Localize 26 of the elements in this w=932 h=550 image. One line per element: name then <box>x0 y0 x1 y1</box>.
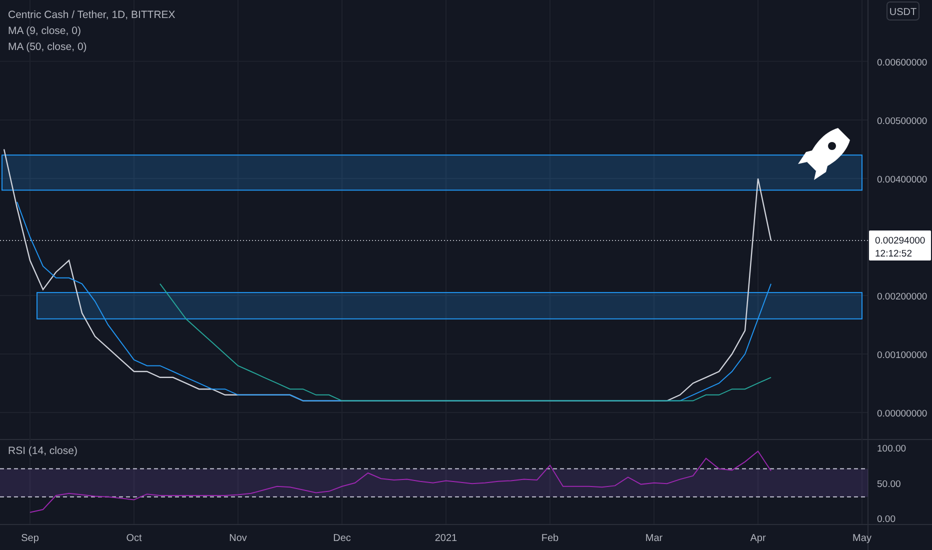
time-axis-label: Sep <box>21 533 39 544</box>
legend-text: MA (9, close, 0) <box>8 24 82 39</box>
rsi-axis-label: 100.00 <box>877 444 906 455</box>
time-axis-label: May <box>852 533 872 544</box>
price-tag <box>869 230 931 260</box>
time-axis-label: 2021 <box>434 533 458 544</box>
price-axis-label: 0.00200000 <box>877 291 928 302</box>
time-axis-label: Apr <box>750 533 766 544</box>
currency-label: USDT <box>889 7 917 18</box>
price-axis-label: 0.00000000 <box>877 408 928 420</box>
time-axis-label: Nov <box>229 533 247 544</box>
legend-text: Centric Cash / Tether, 1D, BITTREX <box>8 8 176 23</box>
time-axis-label: Dec <box>333 533 351 544</box>
price-axis-label: 0.00400000 <box>877 174 928 186</box>
legend-text: MA (50, close, 0) <box>8 40 88 55</box>
time-axis-label: Oct <box>126 533 142 544</box>
rsi-legend: RSI (14, close) <box>8 444 78 459</box>
price-axis-label: 0.00100000 <box>877 350 928 361</box>
time-axis-label: Mar <box>645 533 663 544</box>
rsi-axis-label: 0.00 <box>877 514 896 525</box>
last-price-value: 0.00294000 <box>875 235 926 246</box>
rsi-axis-label: 50.00 <box>877 478 901 490</box>
price-axis-label: 0.00600000 <box>877 57 928 68</box>
price-axis-label: 0.00500000 <box>877 116 928 127</box>
countdown-timer: 12:12:52 <box>875 248 912 260</box>
time-axis-label: Feb <box>541 533 559 544</box>
